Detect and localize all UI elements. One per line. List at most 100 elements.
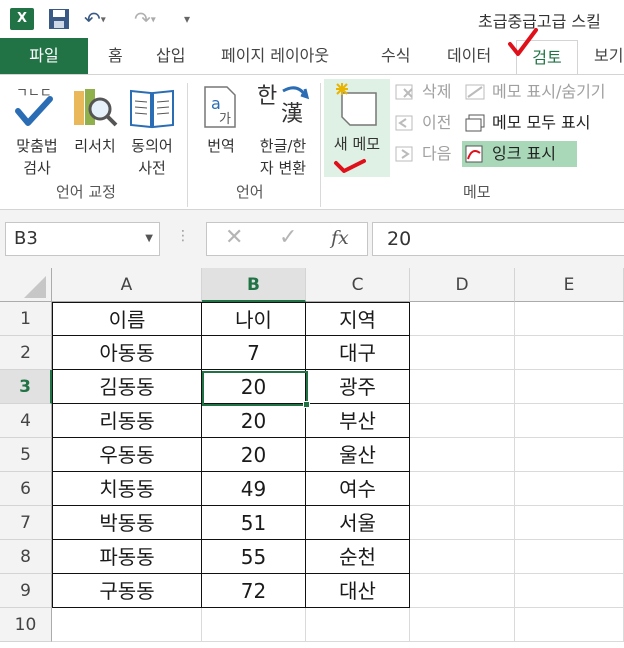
cell-c9[interactable]: 대산 bbox=[306, 574, 410, 608]
cell-a9[interactable]: 구동동 bbox=[52, 574, 202, 608]
cell-c7[interactable]: 서울 bbox=[306, 506, 410, 540]
cell-a4[interactable]: 리동동 bbox=[52, 404, 202, 438]
cell-d5[interactable] bbox=[410, 438, 515, 472]
name-box[interactable]: B3 ▼ bbox=[5, 222, 160, 256]
show-ink-button[interactable]: 잉크 표시 bbox=[462, 141, 577, 167]
tab-file[interactable]: 파일 bbox=[0, 38, 88, 74]
row-header-10[interactable]: 10 bbox=[0, 608, 52, 642]
delete-label: 삭제 bbox=[422, 82, 452, 101]
save-icon[interactable] bbox=[48, 6, 70, 32]
row-header-7[interactable]: 7 bbox=[0, 506, 52, 540]
hanja-convert-button[interactable]: 한 漢 한글/한 자 변환 bbox=[250, 81, 316, 177]
cell-e9[interactable] bbox=[515, 574, 624, 608]
next-comment-button[interactable]: 다음 bbox=[392, 141, 451, 167]
row-header-2[interactable]: 2 bbox=[0, 336, 52, 370]
redo-icon[interactable]: ↷▾ bbox=[134, 6, 156, 32]
cell-d8[interactable] bbox=[410, 540, 515, 574]
cell-b4[interactable]: 20 bbox=[202, 404, 306, 438]
new-comment-button[interactable]: 새 메모 bbox=[324, 79, 390, 177]
cell-e5[interactable] bbox=[515, 438, 624, 472]
research-button[interactable]: 리서치 bbox=[66, 81, 124, 176]
next-comment-icon bbox=[395, 146, 413, 162]
cell-a6[interactable]: 치동동 bbox=[52, 472, 202, 506]
cell-d4[interactable] bbox=[410, 404, 515, 438]
cell-a7[interactable]: 박동동 bbox=[52, 506, 202, 540]
translate-button[interactable]: a 가 번역 bbox=[196, 81, 246, 176]
cell-e10[interactable] bbox=[515, 608, 624, 642]
cell-a2[interactable]: 아동동 bbox=[52, 336, 202, 370]
cell-e7[interactable] bbox=[515, 506, 624, 540]
column-header-a[interactable]: A bbox=[52, 268, 202, 302]
previous-comment-button[interactable]: 이전 bbox=[392, 110, 451, 136]
spelling-button[interactable]: ㄱㄴㄷ 맞춤법 검사 bbox=[6, 81, 66, 177]
undo-icon[interactable]: ↶▾ bbox=[84, 6, 106, 32]
delete-comment-button[interactable]: 삭제 bbox=[392, 79, 451, 105]
cancel-icon[interactable]: ✕ bbox=[225, 225, 243, 250]
column-header-c[interactable]: C bbox=[306, 268, 410, 302]
cell-c5[interactable]: 울산 bbox=[306, 438, 410, 472]
cell-a10[interactable] bbox=[52, 608, 202, 642]
cell-b3[interactable]: 20 bbox=[202, 370, 306, 404]
cell-d9[interactable] bbox=[410, 574, 515, 608]
cell-b7[interactable]: 51 bbox=[202, 506, 306, 540]
cell-b9[interactable]: 72 bbox=[202, 574, 306, 608]
cell-d2[interactable] bbox=[410, 336, 515, 370]
row-header-6[interactable]: 6 bbox=[0, 472, 52, 506]
insert-function-icon[interactable]: fx bbox=[331, 227, 349, 249]
cell-a5[interactable]: 우동동 bbox=[52, 438, 202, 472]
cell-d1[interactable] bbox=[410, 302, 515, 336]
cell-a3[interactable]: 김동동 bbox=[52, 370, 202, 404]
cell-c1[interactable]: 지역 bbox=[306, 302, 410, 336]
cell-c2[interactable]: 대구 bbox=[306, 336, 410, 370]
cell-e3[interactable] bbox=[515, 370, 624, 404]
customize-qat-icon[interactable]: ▾ bbox=[184, 6, 190, 32]
spelling-label-2: 검사 bbox=[23, 159, 51, 177]
cell-d10[interactable] bbox=[410, 608, 515, 642]
cell-c6[interactable]: 여수 bbox=[306, 472, 410, 506]
tab-data[interactable]: 데이터 bbox=[447, 38, 491, 74]
fill-handle[interactable] bbox=[303, 401, 310, 408]
row-header-3[interactable]: 3 bbox=[0, 370, 52, 404]
formula-input[interactable]: 20 bbox=[372, 222, 624, 256]
cell-e6[interactable] bbox=[515, 472, 624, 506]
chevron-down-icon[interactable]: ▼ bbox=[145, 223, 153, 255]
row-header-5[interactable]: 5 bbox=[0, 438, 52, 472]
row-header-4[interactable]: 4 bbox=[0, 404, 52, 438]
cell-b5[interactable]: 20 bbox=[202, 438, 306, 472]
cell-c8[interactable]: 순천 bbox=[306, 540, 410, 574]
cell-e2[interactable] bbox=[515, 336, 624, 370]
select-all-button[interactable] bbox=[0, 268, 52, 302]
cell-e1[interactable] bbox=[515, 302, 624, 336]
thesaurus-button[interactable]: 동의어 사전 bbox=[124, 81, 180, 177]
cell-c10[interactable] bbox=[306, 608, 410, 642]
column-header-d[interactable]: D bbox=[410, 268, 515, 302]
column-header-b[interactable]: B bbox=[202, 268, 306, 302]
cell-c4[interactable]: 부산 bbox=[306, 404, 410, 438]
column-header-e[interactable]: E bbox=[515, 268, 624, 302]
cell-e8[interactable] bbox=[515, 540, 624, 574]
cell-c3[interactable]: 광주 bbox=[306, 370, 410, 404]
enter-check-icon[interactable]: ✓ bbox=[279, 225, 297, 250]
cell-b6[interactable]: 49 bbox=[202, 472, 306, 506]
cell-b2[interactable]: 7 bbox=[202, 336, 306, 370]
cell-d6[interactable] bbox=[410, 472, 515, 506]
tab-page-layout[interactable]: 페이지 레이아웃 bbox=[221, 38, 329, 74]
cell-a8[interactable]: 파동동 bbox=[52, 540, 202, 574]
cell-b1[interactable]: 나이 bbox=[202, 302, 306, 336]
show-hide-comment-button[interactable]: 메모 표시/숨기기 bbox=[462, 79, 606, 105]
show-all-comments-button[interactable]: 메모 모두 표시 bbox=[462, 110, 591, 136]
tab-view[interactable]: 보기 bbox=[594, 38, 623, 74]
cell-d7[interactable] bbox=[410, 506, 515, 540]
cell-e4[interactable] bbox=[515, 404, 624, 438]
row-header-8[interactable]: 8 bbox=[0, 540, 52, 574]
tab-formulas[interactable]: 수식 bbox=[381, 38, 410, 74]
tab-home[interactable]: 홈 bbox=[108, 38, 123, 74]
cell-a1[interactable]: 이름 bbox=[52, 302, 202, 336]
research-label: 리서치 bbox=[74, 137, 116, 155]
row-header-1[interactable]: 1 bbox=[0, 302, 52, 336]
row-header-9[interactable]: 9 bbox=[0, 574, 52, 608]
tab-insert[interactable]: 삽입 bbox=[156, 38, 185, 74]
cell-d3[interactable] bbox=[410, 370, 515, 404]
cell-b8[interactable]: 55 bbox=[202, 540, 306, 574]
cell-b10[interactable] bbox=[202, 608, 306, 642]
